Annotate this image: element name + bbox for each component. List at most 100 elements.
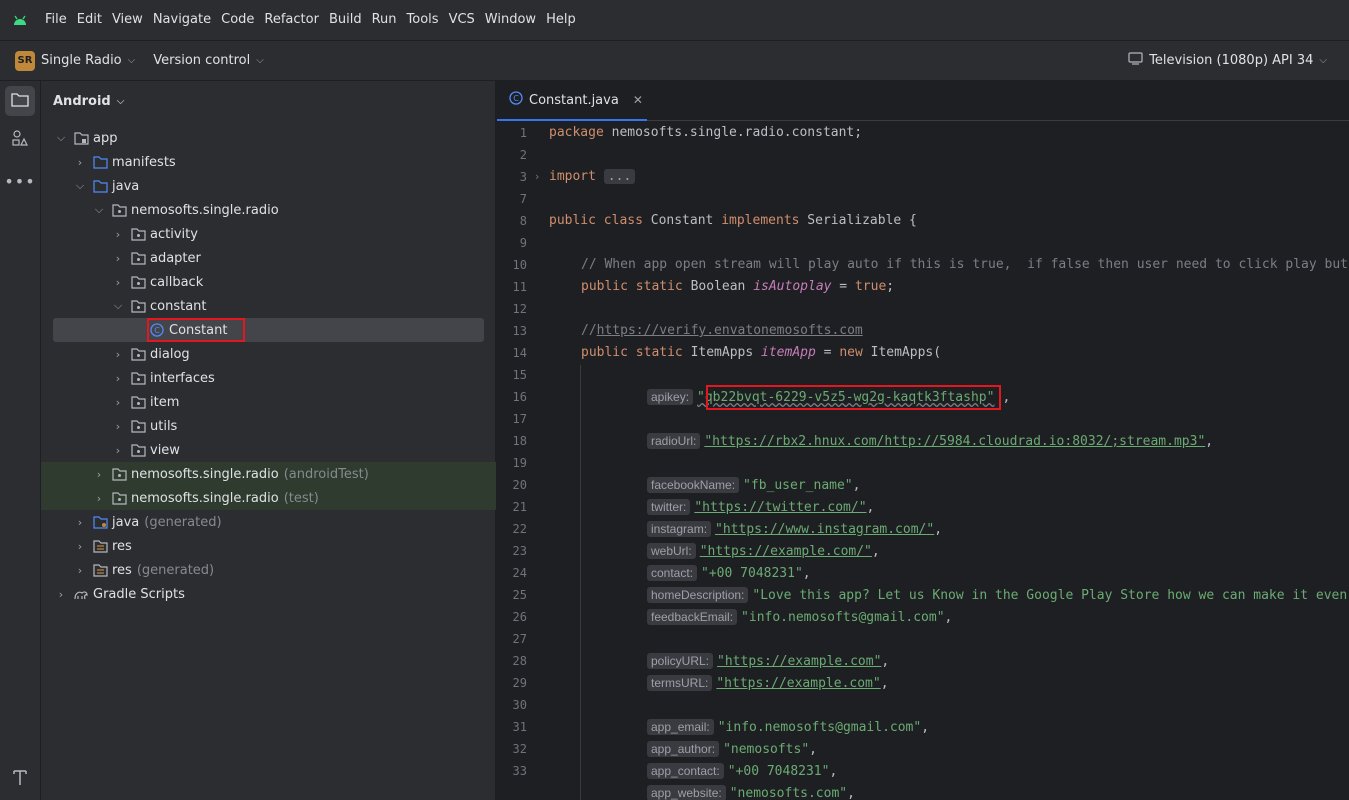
chevron-right-icon[interactable]: › [74, 516, 86, 529]
terminal-button[interactable] [5, 765, 35, 795]
chevron-right-icon[interactable]: › [112, 252, 124, 265]
svg-text:C: C [513, 94, 519, 103]
close-icon[interactable]: ✕ [633, 93, 643, 107]
tree-item[interactable]: ⌵ java [41, 174, 496, 198]
comment-link[interactable]: https://verify.envatonemosofts.com [597, 323, 863, 338]
tree-item-label: interfaces [150, 370, 215, 386]
comma: , [847, 786, 855, 800]
chevron-down-icon[interactable]: ⌵ [112, 299, 124, 313]
chevron-right-icon[interactable]: › [74, 540, 86, 553]
chevron-right-icon[interactable]: › [74, 156, 86, 169]
home-description-value: "Love this app? Let us Know in the Googl… [752, 588, 1349, 603]
tree-item[interactable]: › adapter [41, 246, 496, 270]
menu-item[interactable]: Edit [72, 0, 107, 40]
policy-url-value[interactable]: "https://example.com" [717, 654, 881, 669]
resource-manager-button[interactable] [5, 125, 35, 155]
folded-imports[interactable]: ... [603, 169, 636, 184]
project-tool-button[interactable] [5, 86, 35, 116]
line-number: 19 [512, 456, 527, 470]
menu-item[interactable]: Build [324, 0, 367, 40]
code-area[interactable]: 1 2 3 7 8 9 10 11 12 13 14 15 16 17 18 19 20 21 22 23 24 25 26… [497, 121, 1349, 800]
fold-chevron-icon[interactable]: › [535, 170, 539, 183]
project-badge[interactable]: SR [15, 50, 35, 71]
chevron-right-icon[interactable]: › [93, 468, 105, 481]
version-control-menu[interactable]: Version control ⌵ [153, 53, 264, 68]
chevron-right-icon[interactable]: › [74, 564, 86, 577]
operator: = [815, 345, 840, 360]
tree-item[interactable]: › item [41, 390, 496, 414]
app-email-value: "info.nemosofts@gmail.com" [717, 720, 922, 735]
tree-item[interactable]: › manifests [41, 150, 496, 174]
line-number: 16 [512, 390, 527, 404]
tree-item[interactable]: ⌵ constant [41, 294, 496, 318]
param-hint: app_author: [647, 741, 720, 757]
tree-item[interactable]: ⌵ app [41, 126, 496, 150]
menu-item[interactable]: Run [367, 0, 402, 40]
project-selector[interactable]: Single Radio ⌵ [41, 53, 135, 68]
comma: , [802, 566, 811, 581]
menu-item[interactable]: Help [541, 0, 581, 40]
web-url-value[interactable]: "https://example.com/" [700, 544, 872, 559]
chevron-down-icon[interactable]: ⌵ [55, 131, 67, 145]
tree-item[interactable]: › view [41, 438, 496, 462]
device-selector[interactable]: Television (1080p) API 34 ⌵ [1128, 41, 1327, 80]
tree-item[interactable]: › dialog [41, 342, 496, 366]
tree-item[interactable]: › nemosofts.single.radio (test) [41, 486, 496, 510]
interface-name: Serializable { [799, 213, 917, 228]
code-line-31: app_author: "nemosofts", [647, 738, 817, 760]
tree-item[interactable]: › Gradle Scripts [41, 582, 496, 606]
code-line-19: facebookName: "fb_user_name", [647, 474, 860, 496]
tree-item[interactable]: › utils [41, 414, 496, 438]
field-name: isAutoplay [753, 279, 832, 294]
more-tools-button[interactable]: ••• [4, 166, 35, 196]
param-hint: feedbackEmail: [647, 609, 738, 625]
menu-item[interactable]: File [40, 0, 72, 40]
chevron-right-icon[interactable]: › [112, 348, 124, 361]
chevron-right-icon[interactable]: › [93, 492, 105, 505]
terms-url-value[interactable]: "https://example.com" [716, 676, 880, 691]
line-number: 33 [512, 764, 527, 778]
tree-item[interactable]: › nemosofts.single.radio (androidTest) [41, 462, 496, 486]
chevron-right-icon[interactable]: › [112, 372, 124, 385]
chevron-right-icon[interactable]: › [112, 396, 124, 409]
param-hint: twitter: [647, 499, 691, 515]
line-number: 25 [512, 588, 527, 602]
menu-item[interactable]: Window [480, 0, 541, 40]
twitter-value[interactable]: "https://twitter.com/" [694, 500, 866, 515]
menu-item[interactable]: VCS [444, 0, 480, 40]
tree-item[interactable]: › activity [41, 222, 496, 246]
chevron-right-icon[interactable]: › [112, 228, 124, 241]
code-line-33: app_website: "nemosofts.com", [647, 782, 855, 800]
project-view-selector[interactable]: Android ⌵ [41, 81, 495, 121]
tree-item[interactable]: C Constant [53, 318, 484, 342]
menu-item[interactable]: Refactor [259, 0, 324, 40]
param-hint: policyURL: [647, 653, 714, 669]
tree-item[interactable]: › callback [41, 270, 496, 294]
android-studio-logo-icon [0, 0, 40, 40]
chevron-right-icon[interactable]: › [112, 276, 124, 289]
radio-url-value[interactable]: "https://rbx2.hnux.com/http://5984.cloud… [704, 434, 1205, 449]
chevron-right-icon[interactable]: › [112, 420, 124, 433]
param-hint: contact: [647, 565, 698, 581]
instagram-value[interactable]: "https://www.instagram.com/" [715, 522, 934, 537]
chevron-down-icon[interactable]: ⌵ [93, 203, 105, 217]
menu-item[interactable]: Navigate [148, 0, 216, 40]
menu-item[interactable]: View [107, 0, 148, 40]
comma: , [934, 522, 943, 537]
tree-item[interactable]: › java (generated) [41, 510, 496, 534]
chevron-right-icon[interactable]: › [55, 588, 67, 601]
menu-item[interactable]: Code [216, 0, 259, 40]
tree-item[interactable]: › interfaces [41, 366, 496, 390]
code-line-7: public class Constant implements Seriali… [549, 210, 917, 232]
package-icon [130, 347, 146, 361]
chevron-right-icon[interactable]: › [112, 444, 124, 457]
code-line-9: // When app open stream will play auto i… [581, 254, 1349, 276]
menu-item[interactable]: Tools [402, 0, 444, 40]
menu-bar: File Edit View Navigate Code Refactor Build Run… [0, 0, 1349, 40]
tree-item[interactable]: › res (generated) [41, 558, 496, 582]
param-hint: termsURL: [647, 675, 713, 691]
chevron-down-icon[interactable]: ⌵ [74, 179, 86, 193]
tab-constant-java[interactable]: C Constant.java ✕ [497, 81, 647, 121]
tree-item[interactable]: › res [41, 534, 496, 558]
tree-item[interactable]: ⌵ nemosofts.single.radio [41, 198, 496, 222]
